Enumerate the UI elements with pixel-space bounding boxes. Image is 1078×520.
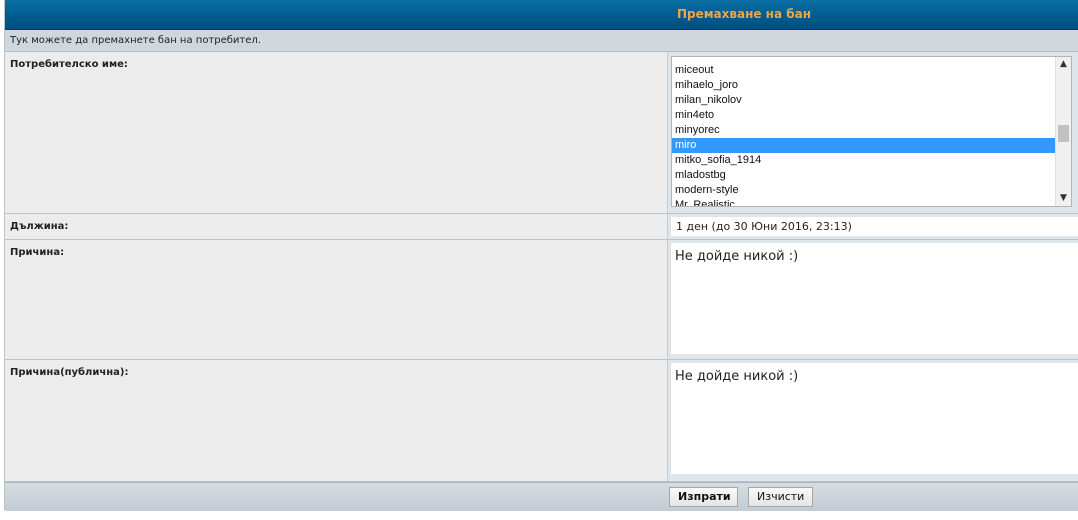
scroll-thumb[interactable]	[1058, 125, 1069, 142]
reason-public-value-cell: Не дойде никой :)	[668, 360, 1078, 481]
description-text: Тук можете да премахнете бан на потребит…	[10, 35, 261, 46]
length-label-cell: Дължина:	[5, 214, 668, 239]
reason-public-textarea[interactable]: Не дойде никой :)	[671, 363, 1078, 474]
action-bar: Изпрати Изчисти	[5, 482, 1078, 511]
unban-panel: Премахване на бан Тук можете да премахне…	[4, 0, 1078, 511]
description-row: Тук можете да премахнете бан на потребит…	[5, 30, 1078, 52]
length-row: Дължина: 1 ден (до 30 Юни 2016, 23:13)	[5, 214, 1078, 240]
username-label-cell: Потребителско име:	[5, 52, 668, 213]
username-listbox[interactable]: miceout mihaelo_joro milan_nikolov min4eto m…	[671, 56, 1072, 207]
reason-textarea[interactable]: Не дойде никой :)	[671, 243, 1078, 354]
reason-label-cell: Причина:	[5, 240, 668, 359]
username-option[interactable]: miceout	[672, 63, 1055, 78]
reason-label: Причина:	[10, 247, 65, 258]
page-title: Премахване на бан	[676, 7, 812, 21]
reset-button[interactable]: Изчисти	[748, 487, 813, 507]
reason-value-cell: Не дойде никой :)	[668, 240, 1078, 359]
title-bar: Премахване на бан	[5, 0, 1078, 30]
listbox-scrollbar[interactable]: ▲ ▼	[1055, 57, 1071, 206]
username-option[interactable]: minyorec	[672, 123, 1055, 138]
length-label: Дължина:	[10, 221, 69, 232]
reason-public-label-cell: Причина(публична):	[5, 360, 668, 481]
chevron-down-icon[interactable]: ▼	[1056, 191, 1071, 206]
length-value-cell: 1 ден (до 30 Юни 2016, 23:13)	[668, 214, 1078, 239]
reason-row: Причина: Не дойде никой :)	[5, 240, 1078, 360]
username-row: Потребителско име: miceout mihaelo_joro mi…	[5, 52, 1078, 214]
length-value[interactable]: 1 ден (до 30 Юни 2016, 23:13)	[671, 217, 1078, 236]
username-option[interactable]: mitko_sofia_1914	[672, 153, 1055, 168]
submit-button[interactable]: Изпрати	[669, 487, 738, 507]
username-value-cell: miceout mihaelo_joro milan_nikolov min4eto m…	[668, 52, 1078, 213]
username-label: Потребителско име:	[10, 59, 128, 70]
reason-public-label: Причина(публична):	[10, 367, 129, 378]
reason-public-row: Причина(публична): Не дойде никой :)	[5, 360, 1078, 482]
username-option[interactable]: min4eto	[672, 108, 1055, 123]
chevron-up-icon[interactable]: ▲	[1056, 57, 1071, 72]
username-option[interactable]: Mr. Realistic	[672, 198, 1055, 206]
username-option[interactable]: modern-style	[672, 183, 1055, 198]
username-option[interactable]: mladostbg	[672, 168, 1055, 183]
username-option[interactable]: miro	[672, 138, 1055, 153]
username-option[interactable]: milan_nikolov	[672, 93, 1055, 108]
username-option[interactable]: mihaelo_joro	[672, 78, 1055, 93]
